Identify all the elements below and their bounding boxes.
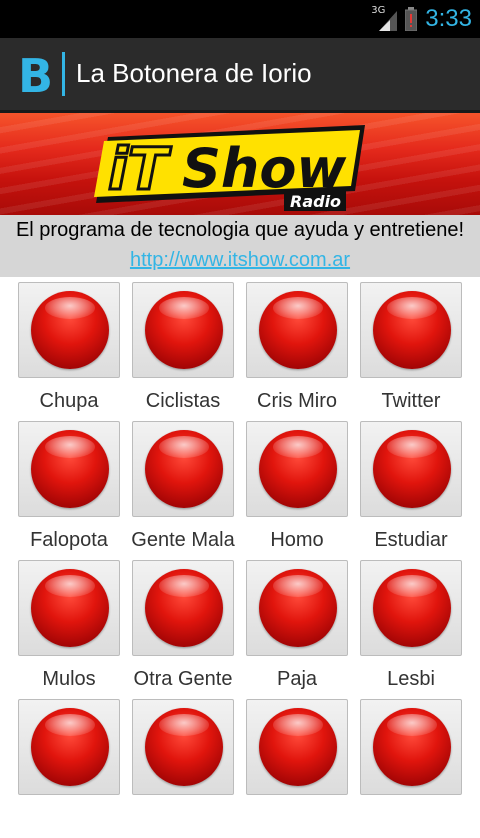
- app-logo-icon[interactable]: B: [18, 49, 68, 103]
- sound-button[interactable]: [246, 560, 348, 656]
- red-button-icon: [259, 430, 337, 508]
- red-button-icon: [259, 708, 337, 786]
- sound-label: Estudiar: [374, 529, 448, 551]
- sound-item: Twitter: [360, 282, 464, 421]
- sound-label: Paja: [276, 668, 318, 690]
- app-title: La Botonera de Iorio: [76, 58, 312, 88]
- red-button-icon: [259, 569, 337, 647]
- sound-item: [360, 699, 464, 838]
- red-button-icon: [145, 708, 223, 786]
- sound-item: Chupa: [18, 282, 122, 421]
- red-button-icon: [145, 569, 223, 647]
- sound-item: Cris Miro: [246, 282, 350, 421]
- red-button-icon: [31, 708, 109, 786]
- sound-item: Paja: [246, 560, 350, 699]
- sound-label: Lesbi: [387, 668, 435, 690]
- action-bar: B La Botonera de Iorio: [0, 38, 480, 113]
- sound-button[interactable]: [18, 421, 120, 517]
- red-button-icon: [373, 430, 451, 508]
- itshow-logo: iT Show Radio: [94, 125, 365, 211]
- sound-item: Otra Gente: [132, 560, 236, 699]
- red-button-icon: [373, 291, 451, 369]
- sound-button[interactable]: [246, 282, 348, 378]
- website-link[interactable]: http://www.itshow.com.ar: [0, 249, 480, 272]
- sound-button[interactable]: [360, 560, 462, 656]
- red-button-icon: [373, 708, 451, 786]
- sound-label: Homo: [270, 529, 324, 551]
- itshow-banner[interactable]: iT Show Radio: [0, 113, 480, 215]
- sound-item: [132, 699, 236, 838]
- red-button-icon: [31, 430, 109, 508]
- sound-label: Ciclistas: [145, 390, 221, 412]
- red-button-icon: [31, 569, 109, 647]
- sound-label: Falopota: [30, 529, 108, 551]
- logo-radio: Radio: [290, 192, 341, 211]
- sound-button[interactable]: [18, 699, 120, 795]
- logo-it: iT: [108, 135, 172, 203]
- sound-item: Estudiar: [360, 421, 464, 560]
- sound-label: Gente Mala: [131, 529, 235, 551]
- sound-label: Otra Gente: [133, 668, 233, 690]
- sound-item: [18, 699, 122, 838]
- description-text: El programa de tecnologia que ayuda y en…: [15, 219, 465, 241]
- sound-label: Mulos: [42, 668, 96, 690]
- sound-button[interactable]: [18, 560, 120, 656]
- sound-item: Lesbi: [360, 560, 464, 699]
- sound-label: Cris Miro: [257, 390, 337, 412]
- red-button-icon: [31, 291, 109, 369]
- red-button-icon: [145, 430, 223, 508]
- logo-show: Show: [182, 137, 347, 200]
- battery-low-icon: [404, 7, 418, 32]
- red-button-icon: [373, 569, 451, 647]
- sound-item: Gente Mala: [131, 421, 236, 560]
- sound-item: Homo: [246, 421, 350, 560]
- sound-item: [246, 699, 350, 838]
- sound-item: Mulos: [18, 560, 122, 699]
- sound-label: Chupa: [39, 390, 99, 412]
- program-description: El programa de tecnologia que ayuda y en…: [0, 215, 480, 277]
- sound-button[interactable]: [360, 699, 462, 795]
- clock: 3:33: [425, 5, 472, 32]
- status-bar: 3G 3:33: [0, 0, 480, 38]
- sound-button[interactable]: [18, 282, 120, 378]
- sound-button[interactable]: [132, 421, 234, 517]
- sound-button[interactable]: [360, 421, 462, 517]
- status-icons: 3G 3:33: [371, 0, 472, 38]
- sound-button[interactable]: [132, 699, 234, 795]
- red-button-icon: [145, 291, 223, 369]
- sound-button[interactable]: [132, 282, 234, 378]
- sound-button[interactable]: [360, 282, 462, 378]
- svg-text:B: B: [18, 50, 53, 98]
- red-button-icon: [259, 291, 337, 369]
- sound-button[interactable]: [132, 560, 234, 656]
- sound-label: Twitter: [381, 390, 441, 412]
- sound-item: Ciclistas: [132, 282, 236, 421]
- sound-item: Falopota: [18, 421, 122, 560]
- sound-button[interactable]: [246, 699, 348, 795]
- sound-button[interactable]: [246, 421, 348, 517]
- signal-icon: 3G: [371, 5, 398, 33]
